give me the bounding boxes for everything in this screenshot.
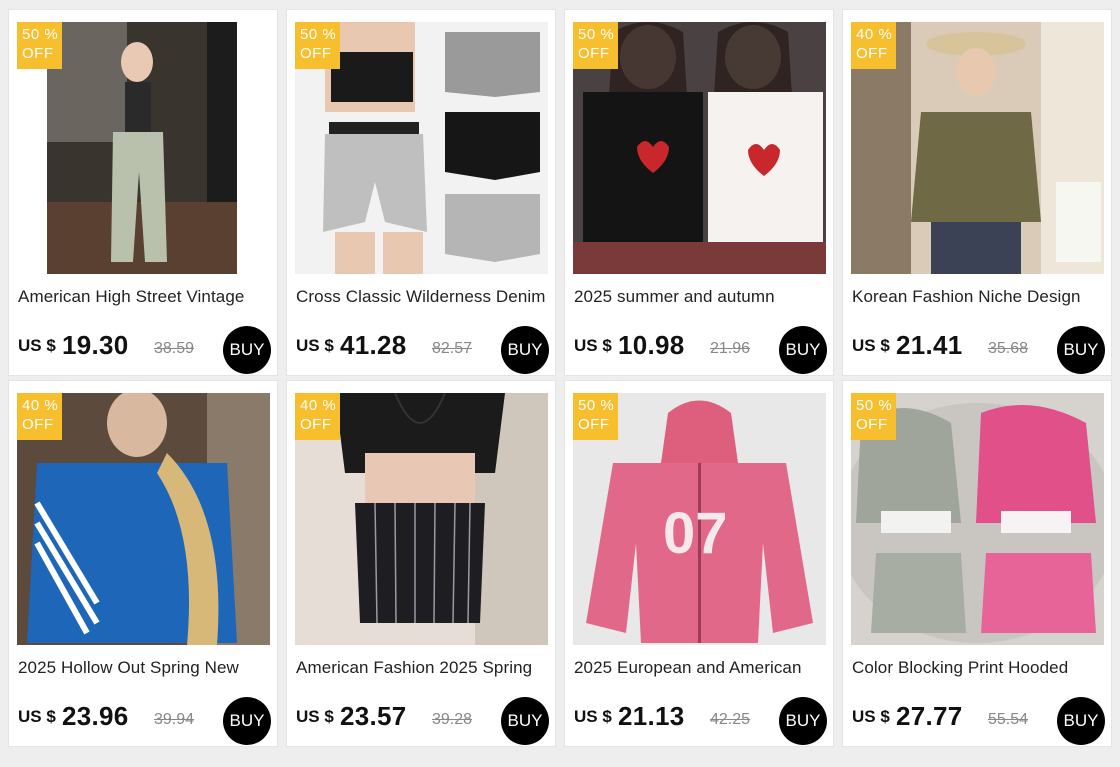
product-title[interactable]: 2025 European and American <box>574 658 829 678</box>
sale-price: 23.96 <box>62 701 129 731</box>
currency-label: US $ <box>296 336 334 355</box>
sale-price: 23.57 <box>340 701 407 731</box>
buy-button[interactable]: BUY <box>779 326 827 374</box>
product-card[interactable]: 40 % OFF American Fashion 2025 Spring US… <box>286 380 556 747</box>
buy-button[interactable]: BUY <box>1057 326 1105 374</box>
currency-label: US $ <box>574 707 612 726</box>
discount-badge: 50 % OFF <box>295 22 340 69</box>
product-title[interactable]: 2025 Hollow Out Spring New <box>18 658 273 678</box>
product-title[interactable]: 2025 summer and autumn <box>574 287 829 307</box>
price-row: US $ 10.98 21.96 BUY <box>574 326 829 375</box>
product-image[interactable]: 40 % OFF <box>295 393 548 645</box>
price-row: US $ 21.13 42.25 BUY <box>574 697 829 746</box>
buy-button[interactable]: BUY <box>1057 697 1105 745</box>
product-title[interactable]: Color Blocking Print Hooded <box>852 658 1107 678</box>
product-title[interactable]: American Fashion 2025 Spring <box>296 658 551 678</box>
product-image[interactable]: 07 50 % OFF <box>573 393 826 645</box>
product-card[interactable]: 50 % OFF American High Street Vintage US… <box>8 9 278 376</box>
product-card[interactable]: 40 % OFF Korean Fashion Niche Design US … <box>842 9 1112 376</box>
price-row: US $ 41.28 82.57 BUY <box>296 326 551 375</box>
original-price: 38.59 <box>154 340 195 357</box>
original-price: 82.57 <box>432 340 473 357</box>
product-image[interactable]: 50 % OFF <box>295 22 548 274</box>
currency-label: US $ <box>574 336 612 355</box>
discount-badge: 40 % OFF <box>295 393 340 440</box>
product-card[interactable]: 50 % OFF 2025 summer and autumn US $ 10.… <box>564 9 834 376</box>
currency-label: US $ <box>18 336 56 355</box>
product-image[interactable]: 50 % OFF <box>573 22 826 274</box>
price-row: US $ 19.30 38.59 BUY <box>18 326 273 375</box>
price-row: US $ 27.77 55.54 BUY <box>852 697 1107 746</box>
original-price: 21.96 <box>710 340 751 357</box>
sale-price: 10.98 <box>618 330 685 360</box>
sale-price: 21.13 <box>618 701 685 731</box>
original-price: 35.68 <box>988 340 1029 357</box>
discount-badge: 40 % OFF <box>17 393 62 440</box>
buy-button[interactable]: BUY <box>501 697 549 745</box>
price-row: US $ 21.41 35.68 BUY <box>852 326 1107 375</box>
original-price: 39.28 <box>432 711 473 728</box>
sale-price: 41.28 <box>340 330 407 360</box>
buy-button[interactable]: BUY <box>223 326 271 374</box>
product-card[interactable]: 07 50 % OFF 2025 European and American U… <box>564 380 834 747</box>
original-price: 42.25 <box>710 711 751 728</box>
product-image[interactable]: 40 % OFF <box>851 22 1104 274</box>
sale-price: 19.30 <box>62 330 129 360</box>
product-grid: 50 % OFF American High Street Vintage US… <box>8 9 1112 747</box>
svg-text:07: 07 <box>663 501 728 566</box>
product-image[interactable]: 50 % OFF <box>17 22 270 274</box>
buy-button[interactable]: BUY <box>223 697 271 745</box>
sale-price: 21.41 <box>896 330 963 360</box>
sale-price: 27.77 <box>896 701 963 731</box>
discount-badge: 50 % OFF <box>17 22 62 69</box>
product-card[interactable]: 40 % OFF 2025 Hollow Out Spring New US $… <box>8 380 278 747</box>
product-title[interactable]: American High Street Vintage <box>18 287 273 307</box>
product-image[interactable]: 50 % OFF <box>851 393 1104 645</box>
discount-badge: 50 % OFF <box>573 22 618 69</box>
currency-label: US $ <box>852 336 890 355</box>
product-title[interactable]: Cross Classic Wilderness Denim <box>296 287 551 307</box>
buy-button[interactable]: BUY <box>501 326 549 374</box>
original-price: 55.54 <box>988 711 1029 728</box>
currency-label: US $ <box>296 707 334 726</box>
product-image[interactable]: 40 % OFF <box>17 393 270 645</box>
discount-badge: 50 % OFF <box>851 393 896 440</box>
buy-button[interactable]: BUY <box>779 697 827 745</box>
price-row: US $ 23.57 39.28 BUY <box>296 697 551 746</box>
product-card[interactable]: 50 % OFF Cross Classic Wilderness Denim … <box>286 9 556 376</box>
currency-label: US $ <box>18 707 56 726</box>
discount-badge: 40 % OFF <box>851 22 896 69</box>
original-price: 39.94 <box>154 711 195 728</box>
product-title[interactable]: Korean Fashion Niche Design <box>852 287 1107 307</box>
currency-label: US $ <box>852 707 890 726</box>
price-row: US $ 23.96 39.94 BUY <box>18 697 273 746</box>
discount-badge: 50 % OFF <box>573 393 618 440</box>
product-card[interactable]: 50 % OFF Color Blocking Print Hooded US … <box>842 380 1112 747</box>
